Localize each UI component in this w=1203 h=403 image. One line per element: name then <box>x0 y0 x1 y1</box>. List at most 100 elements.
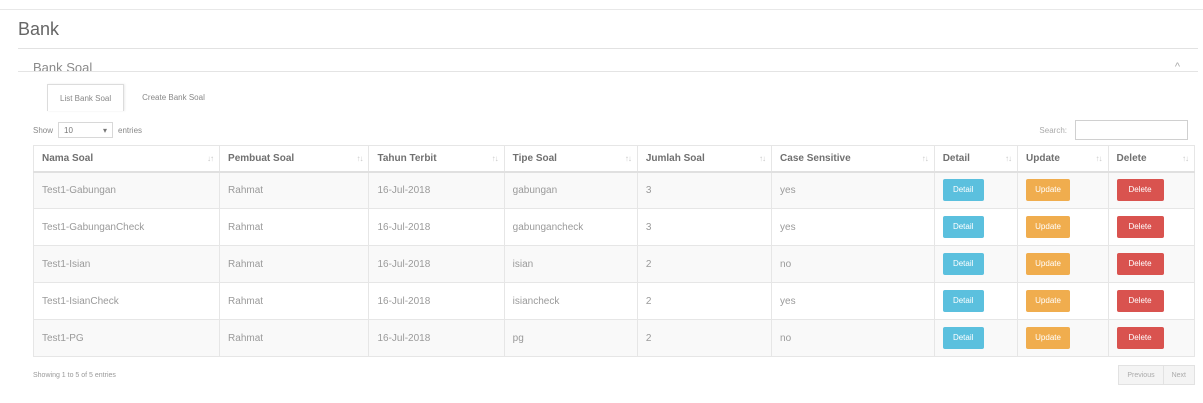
search-input[interactable] <box>1075 120 1188 140</box>
table-row: Test1-PG Rahmat 16-Jul-2018 pg 2 no Deta… <box>32 319 1196 357</box>
tab-create-bank-soal[interactable]: Create Bank Soal <box>130 84 217 111</box>
cell-update: Update <box>1017 171 1109 209</box>
cell-pembuat-soal: Rahmat <box>219 208 370 246</box>
detail-button[interactable]: Detail <box>942 179 984 202</box>
sort-icon: ↑↓ <box>1095 154 1103 163</box>
cell-update: Update <box>1017 282 1109 320</box>
detail-button[interactable]: Detail <box>942 327 984 349</box>
cell-update: Update <box>1017 319 1109 357</box>
box-title: Bank Soal <box>33 60 93 75</box>
cell-pembuat-soal: Rahmat <box>219 171 370 209</box>
tab-list-bank-soal[interactable]: List Bank Soal <box>47 84 125 111</box>
update-button[interactable]: Update <box>1026 253 1071 275</box>
delete-button[interactable]: Delete <box>1116 290 1164 312</box>
col-header-case-sensitive[interactable]: Case Sensitive ↑↓ <box>771 145 935 173</box>
sort-icon: ↑↓ <box>491 154 499 163</box>
cell-jumlah-soal: 2 <box>636 245 773 283</box>
chevron-down-icon: ▾ <box>103 125 108 135</box>
sort-icon: ↓↑ <box>207 154 214 163</box>
previous-button[interactable]: Previous <box>1118 365 1164 385</box>
cell-tahun-terbit: 16-Jul-2018 <box>368 171 505 209</box>
cell-tipe-soal: gabungancheck <box>503 208 638 246</box>
search-label: Search: <box>1039 125 1067 135</box>
update-button[interactable]: Update <box>1026 216 1071 238</box>
bank-soal-box: Bank Soal ^ List Bank Soal Create Bank S… <box>18 48 1198 403</box>
col-header-delete[interactable]: Delete ↑↓ <box>1107 145 1196 173</box>
cell-nama-soal: Test1-PG <box>32 319 221 357</box>
cell-jumlah-soal: 3 <box>636 171 773 209</box>
top-strip <box>0 0 1203 10</box>
delete-button[interactable]: Delete <box>1116 179 1164 202</box>
next-button[interactable]: Next <box>1163 365 1195 385</box>
cell-case-sensitive: yes <box>771 208 935 246</box>
cell-jumlah-soal: 3 <box>636 208 773 246</box>
table-row: Test1-Gabungan Rahmat 16-Jul-2018 gabung… <box>32 171 1196 209</box>
col-header-update[interactable]: Update ↑↓ <box>1017 145 1109 173</box>
cell-tahun-terbit: 16-Jul-2018 <box>368 208 505 246</box>
col-header-tipe-soal[interactable]: Tipe Soal ↑↓ <box>503 145 638 173</box>
length-prefix: Show <box>33 125 54 135</box>
cell-nama-soal: Test1-Isian <box>32 245 221 283</box>
delete-button[interactable]: Delete <box>1116 327 1164 349</box>
cell-nama-soal: Test1-Gabungan <box>32 171 221 209</box>
detail-button[interactable]: Detail <box>942 253 984 275</box>
cell-detail: Detail <box>933 282 1019 320</box>
sort-icon: ↑↓ <box>1182 154 1189 163</box>
cell-tipe-soal: isiancheck <box>503 282 638 320</box>
entries-select-value: 10 <box>64 125 73 135</box>
update-button[interactable]: Update <box>1026 327 1071 349</box>
cell-jumlah-soal: 2 <box>636 319 773 357</box>
page-title: Bank <box>18 19 60 39</box>
cell-nama-soal: Test1-GabunganCheck <box>32 208 221 246</box>
cell-tipe-soal: isian <box>503 245 638 283</box>
entries-length-control: Show 10 ▾ entries <box>33 122 142 138</box>
table-header-row: Nama Soal ↓↑ Pembuat Soal ↑↓ Tahun Terbit ↑… <box>32 145 1196 173</box>
cell-update: Update <box>1017 208 1109 246</box>
pagination: Previous Next <box>1118 365 1195 385</box>
cell-case-sensitive: yes <box>771 282 935 320</box>
table-row: Test1-IsianCheck Rahmat 16-Jul-2018 isia… <box>32 282 1196 320</box>
bank-soal-table: Nama Soal ↓↑ Pembuat Soal ↑↓ Tahun Terbit ↑… <box>32 145 1196 357</box>
entries-select[interactable]: 10 ▾ <box>58 122 114 138</box>
cell-detail: Detail <box>933 245 1019 283</box>
cell-tipe-soal: gabungan <box>503 171 638 209</box>
cell-delete: Delete <box>1107 282 1196 320</box>
length-suffix: entries <box>118 125 143 135</box>
col-header-tahun-terbit[interactable]: Tahun Terbit ↑↓ <box>368 145 505 173</box>
cell-pembuat-soal: Rahmat <box>219 282 370 320</box>
update-button[interactable]: Update <box>1026 290 1071 312</box>
cell-detail: Detail <box>933 208 1019 246</box>
cell-tahun-terbit: 16-Jul-2018 <box>368 282 505 320</box>
col-header-detail[interactable]: Detail ↑↓ <box>933 145 1019 173</box>
cell-delete: Delete <box>1107 319 1196 357</box>
table-row: Test1-Isian Rahmat 16-Jul-2018 isian 2 n… <box>32 245 1196 283</box>
cell-pembuat-soal: Rahmat <box>219 245 370 283</box>
cell-detail: Detail <box>933 319 1019 357</box>
sort-icon: ↑↓ <box>624 154 632 163</box>
delete-button[interactable]: Delete <box>1116 216 1164 238</box>
update-button[interactable]: Update <box>1026 179 1071 202</box>
cell-detail: Detail <box>933 171 1019 209</box>
sort-icon: ↑↓ <box>921 154 929 163</box>
box-divider <box>18 71 1198 72</box>
cell-jumlah-soal: 2 <box>636 282 773 320</box>
tab-bar: List Bank Soal Create Bank Soal <box>47 84 223 112</box>
cell-tipe-soal: pg <box>503 319 638 357</box>
sort-icon: ↑↓ <box>1005 154 1012 163</box>
cell-tahun-terbit: 16-Jul-2018 <box>368 319 505 357</box>
col-header-nama-soal[interactable]: Nama Soal ↓↑ <box>32 145 221 173</box>
cell-update: Update <box>1017 245 1109 283</box>
col-header-pembuat-soal[interactable]: Pembuat Soal ↑↓ <box>219 145 370 173</box>
sort-icon: ↑↓ <box>759 154 766 163</box>
cell-delete: Delete <box>1107 245 1196 283</box>
cell-tahun-terbit: 16-Jul-2018 <box>368 245 505 283</box>
cell-case-sensitive: no <box>771 245 935 283</box>
cell-case-sensitive: yes <box>771 171 935 209</box>
detail-button[interactable]: Detail <box>942 290 984 312</box>
table-row: Test1-GabunganCheck Rahmat 16-Jul-2018 g… <box>32 208 1196 246</box>
delete-button[interactable]: Delete <box>1116 253 1164 275</box>
detail-button[interactable]: Detail <box>942 216 984 238</box>
cell-nama-soal: Test1-IsianCheck <box>32 282 221 320</box>
cell-pembuat-soal: Rahmat <box>219 319 370 357</box>
col-header-jumlah-soal[interactable]: Jumlah Soal ↑↓ <box>636 145 773 173</box>
